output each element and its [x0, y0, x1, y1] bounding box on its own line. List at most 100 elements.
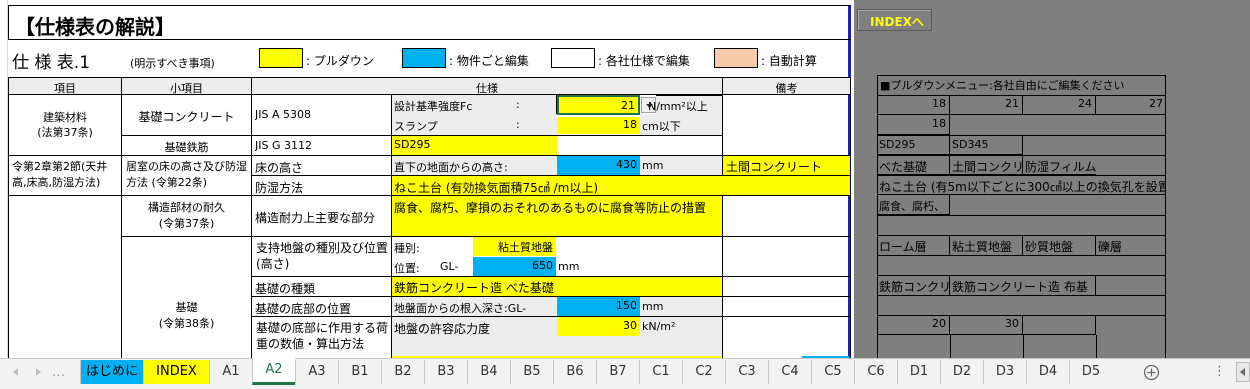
pd-cell[interactable]: ローム層: [877, 235, 950, 255]
pd-cell[interactable]: 21: [950, 95, 1023, 115]
cell-durability-sub[interactable]: 構造耐力上主要な部分: [251, 195, 392, 237]
tab-d4[interactable]: D4: [1026, 360, 1069, 384]
remark-concrete-cell[interactable]: 土間コンクリート: [722, 155, 851, 176]
pd-cell[interactable]: べた基礎: [877, 155, 950, 175]
cell-jis-g[interactable]: JIS G 3112: [251, 135, 392, 156]
sheet-title-cell[interactable]: 【仕様表の解説】: [8, 5, 851, 40]
cell-jis-a[interactable]: JIS A 5308: [251, 94, 392, 136]
cell-building-material[interactable]: 建築材料 (法第37条): [8, 94, 122, 156]
tab-c3[interactable]: C3: [725, 360, 768, 384]
pd-cell[interactable]: 18: [877, 95, 950, 115]
tab-はじめに[interactable]: はじめに: [80, 360, 143, 384]
tab-c4[interactable]: C4: [768, 360, 811, 384]
rebar-input[interactable]: SD295: [392, 136, 557, 155]
type-input[interactable]: 粘土質地盤: [473, 237, 556, 256]
plus-circle-icon[interactable]: [1143, 364, 1160, 381]
tab-b6[interactable]: B6: [553, 360, 596, 384]
header-item[interactable]: 項目: [8, 77, 122, 95]
durability-input[interactable]: 腐食、腐朽、摩損のおそれのあるものに腐食等防止の措置: [391, 195, 723, 237]
tab-d2[interactable]: D2: [940, 360, 983, 384]
foundation-type-input[interactable]: 鉄筋コンクリート造 べた基礎: [392, 277, 721, 296]
tab-b1[interactable]: B1: [338, 360, 381, 384]
pd-cell[interactable]: SD295: [877, 135, 950, 155]
pd-cell[interactable]: SD345: [950, 135, 1023, 155]
tab-b3[interactable]: B3: [424, 360, 467, 384]
pd-cell[interactable]: 防湿フィルム: [1023, 155, 1097, 175]
moisture-method-input[interactable]: ねこ土台 (有効換気面積75㎠ /m以上): [391, 175, 851, 196]
tab-b2[interactable]: B2: [381, 360, 424, 384]
tab-a1[interactable]: A1: [209, 360, 252, 384]
triangle-arrow-icon[interactable]: [10, 366, 22, 378]
tab-d5[interactable]: D5: [1069, 360, 1112, 384]
cell-bearing-layer[interactable]: 支持地盤の種別及び位置(高さ): [251, 236, 392, 277]
triangle-arrow-icon[interactable]: [32, 366, 44, 378]
cell-remarks-load[interactable]: [722, 316, 851, 360]
pd-cell[interactable]: 27: [1096, 95, 1166, 115]
cell-article-group[interactable]: 令第2章第2節(天井高,床高,防湿方法): [8, 155, 122, 196]
tab-b4[interactable]: B4: [467, 360, 510, 384]
pd-cell[interactable]: 鉄筋コンクリート造 布基: [950, 275, 1096, 295]
cell-design-strength-label[interactable]: 設計基準強度Fc :: [391, 94, 557, 115]
spec-note: (明示すべき事項): [130, 57, 215, 70]
tab-c5[interactable]: C5: [811, 360, 854, 384]
pd-cell[interactable]: [1023, 315, 1096, 335]
cell-remarks-bearing[interactable]: [722, 236, 851, 277]
pd-cell[interactable]: 砂質地盤: [1023, 235, 1096, 255]
design-strength-input[interactable]: 21: [557, 95, 640, 115]
cell-rebar[interactable]: 基礎鉄筋: [121, 135, 252, 156]
cell-foundation-bottom[interactable]: 基礎の底部の位置: [251, 296, 392, 317]
cell-item-empty[interactable]: [8, 195, 122, 360]
rebar-value: SD295: [394, 138, 431, 151]
embed-input[interactable]: 150: [557, 297, 640, 316]
pd-cell[interactable]: 礫層: [1096, 235, 1166, 255]
header-spec[interactable]: 仕様: [251, 77, 723, 95]
pd-cell[interactable]: 20: [877, 315, 950, 335]
cell-bearing-spec[interactable]: 種別: 位置: GL- mm: [391, 236, 723, 277]
tab-c1[interactable]: C1: [639, 360, 682, 384]
cell-floor-moisture[interactable]: 居室の床の高さ及び防湿方法 (令第22条): [121, 155, 252, 196]
cell-foundation[interactable]: 基礎 (令第38条): [121, 236, 252, 360]
cell-foundation-concrete[interactable]: 基礎コンクリート: [121, 94, 252, 136]
tab-d3[interactable]: D3: [983, 360, 1026, 384]
ground-height-input[interactable]: 430: [557, 156, 640, 175]
header-remarks[interactable]: 備考: [722, 77, 851, 95]
ellipsis-icon[interactable]: …: [52, 365, 65, 380]
tab-c2[interactable]: C2: [682, 360, 725, 384]
cell-slump-unit[interactable]: cm以下: [640, 114, 723, 136]
cell-floor-height[interactable]: 床の高さ: [251, 155, 392, 176]
tab-b7[interactable]: B7: [596, 360, 639, 384]
cell-durability[interactable]: 構造部材の耐久 (令第37条): [121, 195, 252, 237]
cell-foundation-type[interactable]: 基礎の種類: [251, 276, 392, 297]
pd-cell[interactable]: 土間コンクリ: [950, 155, 1023, 175]
bearing-input[interactable]: 30: [557, 317, 640, 336]
tab-a2[interactable]: A2: [252, 358, 295, 385]
tab-c6[interactable]: C6: [854, 360, 897, 384]
pd-cell[interactable]: ねこ土台 (有5m以下ごとに300㎠以上の換気孔を設置: [877, 175, 1166, 195]
pd-cell[interactable]: 18: [877, 115, 950, 135]
tab-b5[interactable]: B5: [510, 360, 553, 384]
triangle-arrow-icon[interactable]: [1236, 362, 1250, 382]
position-input[interactable]: 650: [473, 257, 556, 276]
cell-remarks-1[interactable]: [722, 94, 851, 156]
tab-a3[interactable]: A3: [295, 360, 338, 384]
header-subitem[interactable]: 小項目: [121, 77, 252, 95]
cell-remarks-bottom[interactable]: [722, 296, 851, 317]
slump-input[interactable]: 18: [557, 117, 640, 134]
tab-index[interactable]: INDEX: [143, 360, 209, 384]
pd-cell[interactable]: 腐食、腐朽、: [877, 195, 950, 215]
pd-cell[interactable]: 24: [1023, 95, 1096, 115]
cell-moisture-method[interactable]: 防湿方法: [251, 175, 392, 196]
cell-bottom-load[interactable]: 基礎の底部に作用する荷重の数値・算出方法: [251, 316, 392, 360]
tab-d1[interactable]: D1: [897, 360, 940, 384]
index-button[interactable]: INDEXへ: [857, 9, 932, 31]
cell-remarks-durability[interactable]: [722, 195, 851, 237]
cell-remarks-type[interactable]: [722, 276, 851, 297]
pd-cell[interactable]: 鉄筋コンクリ: [877, 275, 950, 295]
design-strength-unit: N/mm²以上: [648, 100, 708, 113]
pd-cell[interactable]: 30: [950, 315, 1023, 335]
cell-design-strength-unit[interactable]: N/mm²以上: [648, 95, 723, 115]
more-icon[interactable]: ⋮: [1213, 364, 1226, 379]
cell-slump-label[interactable]: スランプ :: [391, 114, 557, 136]
pd-cell[interactable]: 粘土質地盤: [950, 235, 1023, 255]
rebar-label: 基礎鉄筋: [164, 141, 209, 154]
